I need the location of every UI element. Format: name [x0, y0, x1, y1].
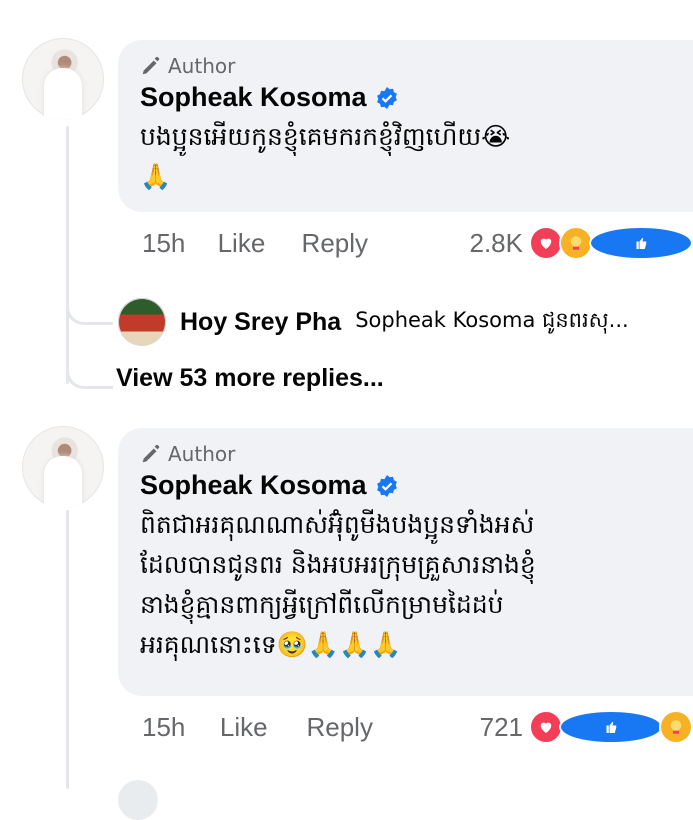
reaction-summary[interactable]: 2.8K — [470, 226, 693, 260]
commenter-name[interactable]: Sopheak Kosoma — [140, 82, 367, 113]
comment-actions: 15h Like Reply 721 — [142, 710, 693, 744]
pencil-icon — [140, 55, 162, 77]
reply-connector — [66, 296, 113, 325]
author-label: Author — [168, 54, 235, 78]
reply-author-name[interactable]: Hoy Srey Pha — [180, 308, 341, 337]
view-more-connector — [66, 360, 113, 389]
avatar[interactable] — [118, 780, 158, 820]
comment-text: ពិតជាអរគុណណាស់អ៊ុំពូមីងបងប្អូនទាំងអស់ ដែ… — [140, 505, 671, 665]
reply-snippet: Sopheak Kosoma ជូនពរសុ... — [355, 307, 628, 338]
comment-bubble: Author Sopheak Kosoma ពិតជាអរគុណណាស់អ៊ុំ… — [118, 428, 693, 696]
view-more-replies-link[interactable]: View 53 more replies... — [116, 364, 384, 393]
love-icon — [529, 226, 563, 260]
comment-bubble: Author Sopheak Kosoma បងប្អូនអើយកូនខ្ញុំ… — [118, 40, 693, 212]
thread-line — [66, 126, 69, 384]
like-icon — [559, 710, 663, 744]
thread-line — [66, 510, 69, 789]
avatar[interactable] — [22, 426, 104, 508]
author-label: Author — [168, 442, 235, 466]
comment-actions: 15h Like Reply 2.8K — [142, 226, 693, 260]
author-badge: Author — [140, 440, 671, 468]
like-button[interactable]: Like — [218, 228, 302, 259]
reaction-count: 2.8K — [470, 228, 524, 259]
comment-text: បងប្អូនអើយកូនខ្ញុំគេមករកខ្ញុំវិញហើយ😭 🙏 — [140, 117, 671, 197]
verified-badge-icon — [375, 474, 399, 498]
reply-button[interactable]: Reply — [306, 712, 479, 743]
reply-button[interactable]: Reply — [302, 228, 470, 259]
reaction-summary[interactable]: 721 — [480, 710, 693, 744]
timestamp[interactable]: 15h — [142, 712, 220, 743]
verified-badge-icon — [375, 86, 399, 110]
like-icon — [589, 226, 693, 260]
reaction-count: 721 — [480, 712, 523, 743]
care-icon — [559, 226, 593, 260]
love-icon — [529, 710, 563, 744]
like-button[interactable]: Like — [220, 712, 307, 743]
avatar[interactable] — [118, 298, 166, 346]
commenter-name[interactable]: Sopheak Kosoma — [140, 470, 367, 501]
author-badge: Author — [140, 52, 671, 80]
timestamp[interactable]: 15h — [142, 228, 218, 259]
reply-preview[interactable]: Hoy Srey Pha Sopheak Kosoma ជូនពរសុ... — [118, 298, 693, 346]
avatar[interactable] — [22, 38, 104, 120]
care-icon — [659, 710, 693, 744]
pencil-icon — [140, 443, 162, 465]
